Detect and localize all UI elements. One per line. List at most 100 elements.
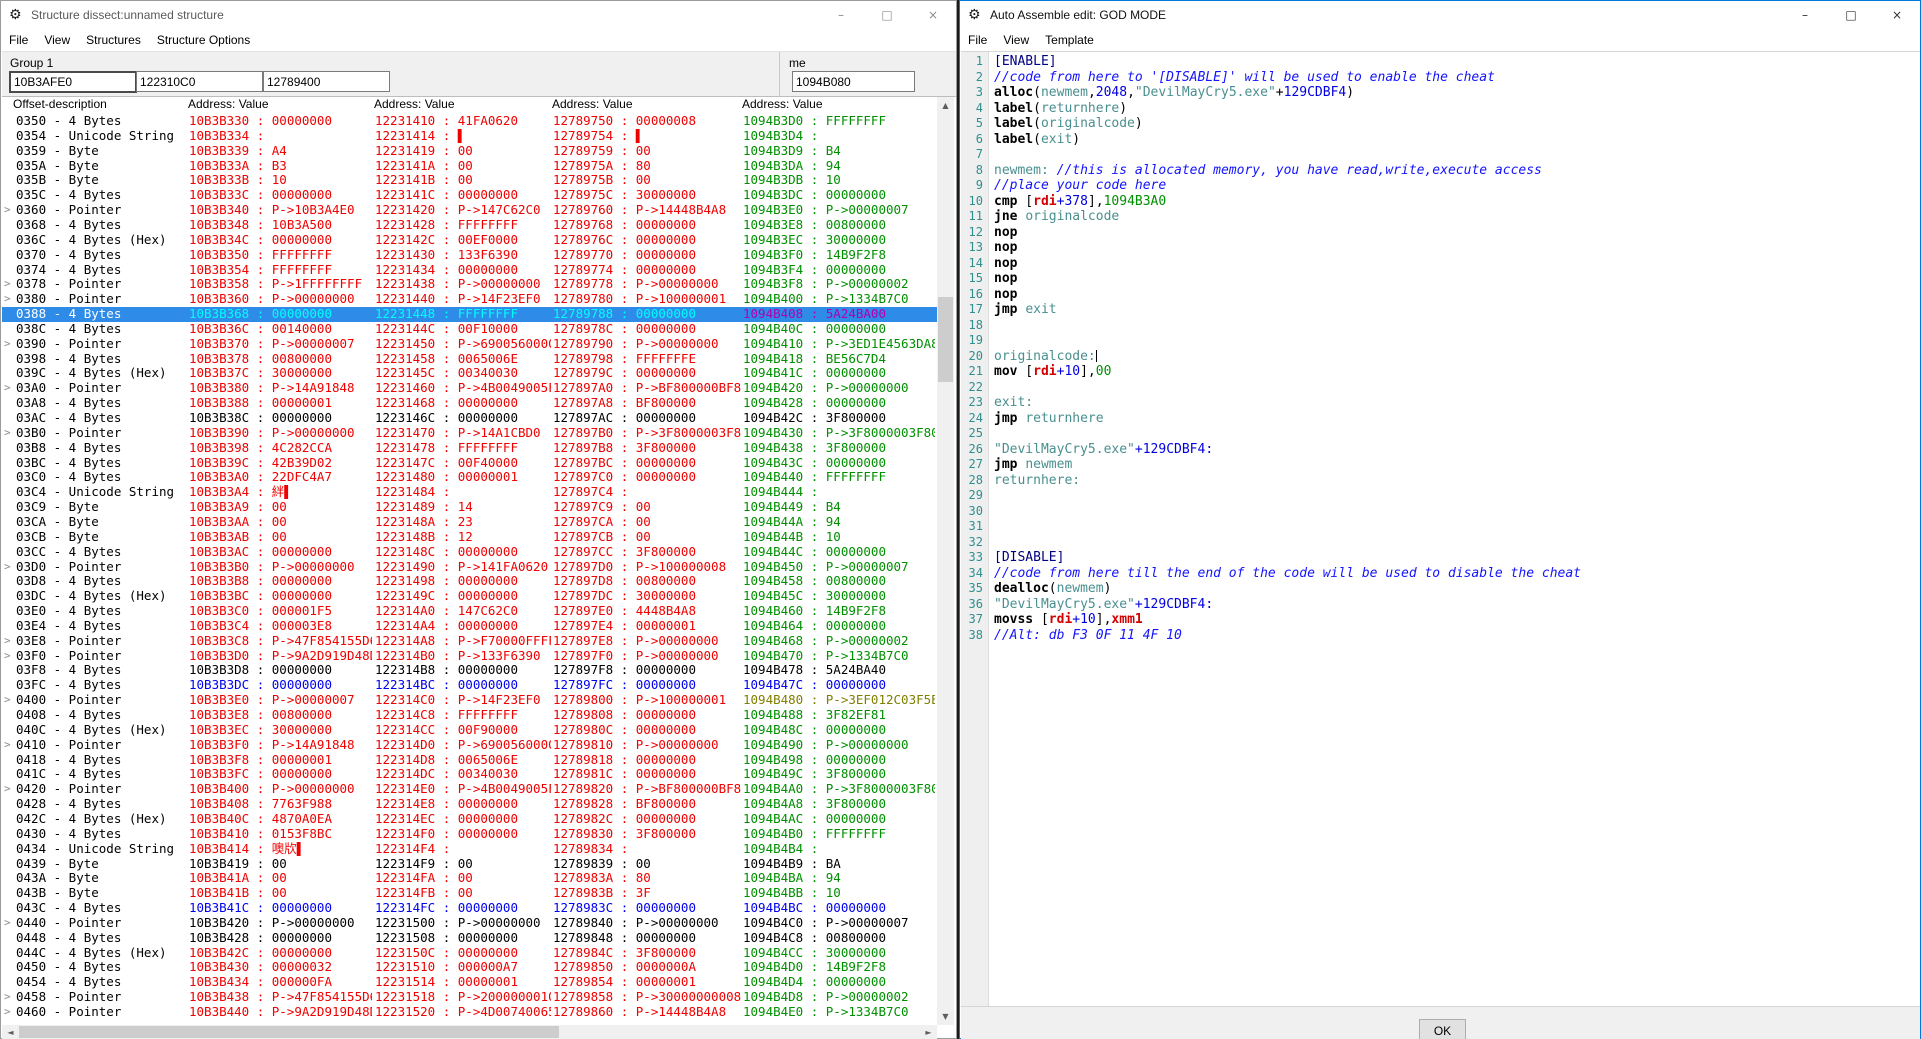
table-row[interactable]: 041C - 4 Bytes10B3B3FC : 00000000122314D… [2,767,937,782]
code-line[interactable]: 18 [961,318,1920,334]
table-row[interactable]: >03E8 - Pointer10B3B3C8 : P->47F854155D6… [2,634,937,649]
column-header-col3[interactable]: Address: Value [552,97,633,114]
table-row[interactable]: 044C - 4 Bytes (Hex)10B3B42C : 000000001… [2,946,937,961]
table-row[interactable]: 03FC - 4 Bytes10B3B3DC : 00000000122314B… [2,678,937,693]
table-row[interactable]: 036C - 4 Bytes (Hex)10B3B34C : 000000001… [2,233,937,248]
table-row[interactable]: 0454 - 4 Bytes10B3B434 : 000000FA1223151… [2,975,937,990]
table-row[interactable]: >03A0 - Pointer10B3B380 : P->14A91848122… [2,381,937,396]
minimize-button[interactable]: – [818,1,864,29]
code-line[interactable]: 2//code from here to '[DISABLE]' will be… [961,70,1920,86]
code-editor[interactable]: 1[ENABLE]2//code from here to '[DISABLE]… [961,51,1920,1007]
table-row[interactable]: >0360 - Pointer10B3B340 : P->10B3A4E0122… [2,203,937,218]
table-row[interactable]: 03AC - 4 Bytes10B3B38C : 000000001223146… [2,411,937,426]
menu-item-view[interactable]: View [36,31,78,49]
code-line[interactable]: 5label(originalcode) [961,116,1920,132]
maximize-button[interactable]: □ [864,1,910,29]
code-line[interactable]: 11jne originalcode [961,209,1920,225]
code-line[interactable]: 37movss [rdi+10],xmm1 [961,612,1920,628]
table-row[interactable]: 03DC - 4 Bytes (Hex)10B3B3BC : 000000001… [2,589,937,604]
table-row[interactable]: >0440 - Pointer10B3B420 : P->00000000122… [2,916,937,931]
table-row[interactable]: 0359 - Byte10B3B339 : A412231419 : 00127… [2,144,937,159]
code-line[interactable]: 6label(exit) [961,132,1920,148]
column-header-offset[interactable]: Offset-description [13,97,107,114]
code-line[interactable]: 35dealloc(newmem) [961,581,1920,597]
maximize-button[interactable]: □ [1828,1,1874,29]
table-row[interactable]: >0458 - Pointer10B3B438 : P->47F854155D6… [2,990,937,1005]
title-bar[interactable]: ⚙ Auto Assemble edit: GOD MODE – □ × [960,1,1920,29]
column-header-col1[interactable]: Address: Value [188,97,269,114]
minimize-button[interactable]: – [1782,1,1828,29]
column-header-col4[interactable]: Address: Value [742,97,823,114]
column-header-col2[interactable]: Address: Value [374,97,455,114]
code-line[interactable]: 14nop [961,256,1920,272]
table-row[interactable]: >0380 - Pointer10B3B360 : P->00000000122… [2,292,937,307]
menu-item-template[interactable]: Template [1037,31,1102,49]
close-button[interactable]: × [1874,1,1920,29]
scroll-up-icon[interactable]: ▲ [937,97,954,114]
table-row[interactable]: 03C4 - Unicode String10B3B3A4 : 絆▌122314… [2,485,937,500]
table-row[interactable]: 0354 - Unicode String10B3B334 : 12231414… [2,129,937,144]
code-line[interactable]: 4label(returnhere) [961,101,1920,117]
table-row[interactable]: >0400 - Pointer10B3B3E0 : P->00000007122… [2,693,937,708]
code-line[interactable]: 20originalcode: [961,349,1920,365]
code-line[interactable]: 7 [961,147,1920,163]
table-row[interactable]: >03F0 - Pointer10B3B3D0 : P->9A2D919D48D… [2,649,937,664]
code-line[interactable]: 23exit: [961,395,1920,411]
menu-item-structures[interactable]: Structures [78,31,149,49]
horizontal-scrollbar[interactable]: ◄ ► [2,1025,937,1039]
close-button[interactable]: × [910,1,956,29]
code-line[interactable]: 1[ENABLE] [961,54,1920,70]
table-row[interactable]: >0378 - Pointer10B3B358 : P->1FFFFFFFF12… [2,277,937,292]
code-line[interactable]: 33[DISABLE] [961,550,1920,566]
code-line[interactable]: 13nop [961,240,1920,256]
table-row[interactable]: 0368 - 4 Bytes10B3B348 : 10B3A5001223142… [2,218,937,233]
table-row[interactable]: 043A - Byte10B3B41A : 00122314FA : 00127… [2,871,937,886]
group1-address-input-1[interactable] [9,71,137,93]
vertical-scrollbar[interactable]: ▲ ▼ [937,97,954,1025]
menu-item-file[interactable]: File [960,31,995,49]
code-line[interactable]: 25 [961,426,1920,442]
code-line[interactable]: 16nop [961,287,1920,303]
table-row[interactable]: 0450 - 4 Bytes10B3B430 : 000000321223151… [2,960,937,975]
table-row[interactable]: >0420 - Pointer10B3B400 : P->00000000122… [2,782,937,797]
code-line[interactable]: 12nop [961,225,1920,241]
group1-address-input-3[interactable] [263,71,390,92]
table-row[interactable]: 03CB - Byte10B3B3AB : 001223148B : 12127… [2,530,937,545]
code-line[interactable]: 29 [961,488,1920,504]
table-row[interactable]: 03BC - 4 Bytes10B3B39C : 42B39D021223147… [2,456,937,471]
table-row[interactable]: 03CA - Byte10B3B3AA : 001223148A : 23127… [2,515,937,530]
table-row[interactable]: 040C - 4 Bytes (Hex)10B3B3EC : 300000001… [2,723,937,738]
table-row[interactable]: 0388 - 4 Bytes10B3B368 : 000000001223144… [2,307,937,322]
code-line[interactable]: 26"DevilMayCry5.exe"+129CDBF4: [961,442,1920,458]
code-line[interactable]: 34//code from here till the end of the c… [961,566,1920,582]
table-row[interactable]: 043B - Byte10B3B41B : 00122314FB : 00127… [2,886,937,901]
table-row[interactable]: 0439 - Byte10B3B419 : 00122314F9 : 00127… [2,857,937,872]
title-bar[interactable]: ⚙ Structure dissect:unnamed structure – … [1,1,956,29]
table-row[interactable]: 03F8 - 4 Bytes10B3B3D8 : 00000000122314B… [2,663,937,678]
table-row[interactable]: 035A - Byte10B3B33A : B31223141A : 00127… [2,159,937,174]
table-row[interactable]: 035B - Byte10B3B33B : 101223141B : 00127… [2,173,937,188]
code-line[interactable]: 15nop [961,271,1920,287]
table-row[interactable]: 039C - 4 Bytes (Hex)10B3B37C : 300000001… [2,366,937,381]
table-row[interactable]: 038C - 4 Bytes10B3B36C : 001400001223144… [2,322,937,337]
code-line[interactable]: 17jmp exit [961,302,1920,318]
table-row[interactable]: 043C - 4 Bytes10B3B41C : 00000000122314F… [2,901,937,916]
group1-address-input-2[interactable] [136,71,263,92]
scroll-right-icon[interactable]: ► [920,1025,937,1039]
menu-item-view[interactable]: View [995,31,1037,49]
scroll-down-icon[interactable]: ▼ [937,1008,954,1025]
table-row[interactable]: 0418 - 4 Bytes10B3B3F8 : 00000001122314D… [2,753,937,768]
code-line[interactable]: 19 [961,333,1920,349]
table-row[interactable]: 035C - 4 Bytes10B3B33C : 000000001223141… [2,188,937,203]
table-row[interactable]: 0430 - 4 Bytes10B3B410 : 0153F8BC122314F… [2,827,937,842]
structure-table[interactable]: 0350 - 4 Bytes10B3B330 : 000000001223141… [2,114,937,1025]
table-row[interactable]: 0374 - 4 Bytes10B3B354 : FFFFFFFF1223143… [2,263,937,278]
table-row[interactable]: 0428 - 4 Bytes10B3B408 : 7763F988122314E… [2,797,937,812]
table-row[interactable]: 0434 - Unicode String10B3B414 : 噢㸝▌12231… [2,842,937,857]
table-row[interactable]: 03C9 - Byte10B3B3A9 : 0012231489 : 14127… [2,500,937,515]
table-row[interactable]: >0460 - Pointer10B3B440 : P->9A2D919D48D… [2,1005,937,1020]
code-line[interactable]: 38//Alt: db F3 0F 11 4F 10 [961,628,1920,644]
table-row[interactable]: 0398 - 4 Bytes10B3B378 : 008000001223145… [2,352,937,367]
code-line[interactable]: 24jmp returnhere [961,411,1920,427]
code-line[interactable]: 31 [961,519,1920,535]
